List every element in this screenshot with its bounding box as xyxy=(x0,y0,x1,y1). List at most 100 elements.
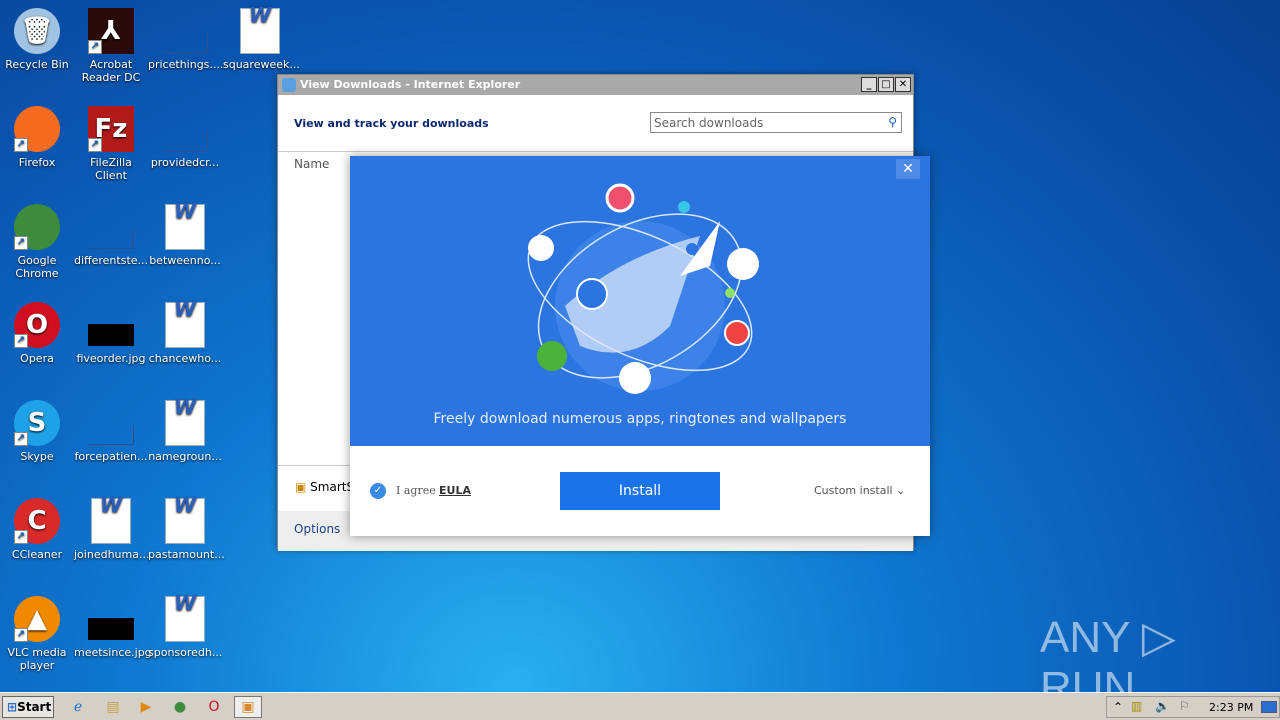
start-label: Start xyxy=(17,700,52,714)
desktop-icon[interactable]: Fz ↗ FileZilla Client xyxy=(74,106,148,182)
shortcut-arrow-icon: ↗ xyxy=(14,530,28,544)
desktop-icon-label: namegroun... xyxy=(148,450,222,463)
shortcut-arrow-icon: ↗ xyxy=(14,334,28,348)
network-warning-icon[interactable]: ▥ xyxy=(1131,699,1142,713)
show-desktop-button[interactable] xyxy=(1261,701,1277,713)
file-icon xyxy=(88,400,134,446)
word-doc-icon: W xyxy=(237,5,283,54)
install-button[interactable]: Install xyxy=(560,472,720,510)
taskbar-media-player-icon[interactable]: ▶ xyxy=(132,696,160,718)
desktop-icon-label: Opera xyxy=(20,352,54,365)
title-bar[interactable]: View Downloads - Internet Explorer _ □ ✕ xyxy=(278,75,913,95)
search-downloads-input[interactable]: Search downloads ⚲ xyxy=(650,112,902,133)
chevron-down-icon: ⌄ xyxy=(896,484,906,497)
desktop-icon[interactable]: ↗ Google Chrome xyxy=(0,204,74,280)
desktop-icon-label: pricethings.... xyxy=(148,58,224,71)
desktop-icon[interactable]: providedcr... xyxy=(148,106,222,169)
image-file-icon xyxy=(88,302,134,348)
options-link[interactable]: Options xyxy=(294,522,340,536)
acrobat-icon: ⅄ ↗ xyxy=(88,8,134,54)
desktop-icon-label: Firefox xyxy=(18,156,56,169)
maximize-button[interactable]: □ xyxy=(878,77,894,92)
desktop-icon[interactable]: Wchancewho... xyxy=(148,299,222,365)
taskbar-installer-icon[interactable]: ▣ xyxy=(234,696,262,718)
start-button[interactable]: ⊞Start xyxy=(2,696,54,718)
desktop-icon[interactable]: ▲ ↗ VLC media player xyxy=(0,596,74,672)
ccleaner-icon: C ↗ xyxy=(14,498,60,544)
column-header-name[interactable]: Name xyxy=(294,157,329,171)
desktop-icon-label: Skype xyxy=(20,450,54,463)
taskbar-opera-icon[interactable]: O xyxy=(200,696,228,718)
desktop-icon[interactable]: forcepatien... xyxy=(74,400,148,463)
desktop-icon[interactable]: Wnamegroun... xyxy=(148,397,222,463)
desktop-icon-label: CCleaner xyxy=(11,548,63,561)
taskbar-chrome-icon[interactable]: ● xyxy=(166,696,194,718)
custom-install-dropdown[interactable]: Custom install ⌄ xyxy=(814,484,905,497)
close-icon[interactable]: ✕ xyxy=(896,159,920,179)
desktop-icon[interactable]: Wjoinedhuma... xyxy=(74,495,150,561)
shortcut-arrow-icon: ↗ xyxy=(88,40,102,54)
desktop-icon-label: fiveorder.jpg xyxy=(76,352,146,365)
word-doc-icon: W xyxy=(162,201,208,250)
desktop-icon[interactable]: meetsince.jpg xyxy=(74,596,152,659)
file-icon xyxy=(88,204,134,250)
minimize-button[interactable]: _ xyxy=(861,77,877,92)
window-title: View Downloads - Internet Explorer xyxy=(300,78,521,91)
desktop-icon[interactable]: S ↗ Skype xyxy=(0,400,74,463)
desktop-icon-label: pastamount... xyxy=(148,548,225,561)
desktop-icon[interactable]: C ↗ CCleaner xyxy=(0,498,74,561)
page-heading: View and track your downloads xyxy=(294,117,489,130)
custom-install-label: Custom install xyxy=(814,484,893,497)
shortcut-arrow-icon: ↗ xyxy=(14,138,28,152)
taskbar: ⊞Start ℯ ▤ ▶ ● O ▣ ⌃ ▥ 🔈 ⚐ 2:23 PM xyxy=(0,692,1280,720)
desktop-icon[interactable]: Wbetweenno... xyxy=(148,201,222,267)
opera-icon: O ↗ xyxy=(14,302,60,348)
image-file-icon xyxy=(88,596,134,642)
file-icon xyxy=(162,8,208,54)
desktop-icon-label: squareweek... xyxy=(223,58,300,71)
smartscreen-label[interactable]: ▣ SmartS xyxy=(295,480,354,494)
action-center-flag-icon[interactable]: ⚐ xyxy=(1179,699,1190,713)
taskbar-ie-icon[interactable]: ℯ xyxy=(64,696,92,718)
agree-checkbox[interactable]: ✓ xyxy=(370,483,386,499)
desktop-icon[interactable]: ⅄ ↗ Acrobat Reader DC xyxy=(74,8,148,84)
desktop-icon[interactable]: differentste... xyxy=(74,204,148,267)
shortcut-arrow-icon: ↗ xyxy=(14,236,28,250)
close-button[interactable]: ✕ xyxy=(895,77,911,92)
shortcut-arrow-icon: ↗ xyxy=(14,432,28,446)
desktop-icon[interactable]: Wsquareweek... xyxy=(223,5,300,71)
desktop-icon[interactable]: fiveorder.jpg xyxy=(74,302,148,365)
desktop-icon[interactable]: Wpastamount... xyxy=(148,495,225,561)
volume-icon[interactable]: 🔈 xyxy=(1155,699,1170,713)
filezilla-icon: Fz ↗ xyxy=(88,106,134,152)
installer-dialog: ✕ Freely download numerous apps, rington… xyxy=(350,156,930,536)
desktop-icon-label: betweenno... xyxy=(149,254,221,267)
desktop-icon[interactable]: O ↗ Opera xyxy=(0,302,74,365)
firefox-icon: ↗ xyxy=(14,106,60,152)
word-doc-icon: W xyxy=(88,495,134,544)
shortcut-arrow-icon: ↗ xyxy=(88,138,102,152)
shield-icon: ▣ xyxy=(295,480,307,494)
desktop-icon[interactable]: 🗑 Recycle Bin xyxy=(0,8,74,71)
desktop-icon-label: Google Chrome xyxy=(15,254,59,280)
desktop-icon[interactable]: ↗ Firefox xyxy=(0,106,74,169)
eula-link[interactable]: EULA xyxy=(439,484,471,497)
file-icon xyxy=(162,106,208,152)
desktop-icon-label: joinedhuma... xyxy=(74,548,150,561)
skype-icon: S ↗ xyxy=(14,400,60,446)
vlc-icon: ▲ ↗ xyxy=(14,596,60,642)
smartscreen-text: SmartS xyxy=(310,480,355,494)
ie-icon xyxy=(282,78,296,92)
agree-label: I agree xyxy=(396,484,436,497)
desktop-icon-label: Acrobat Reader DC xyxy=(81,58,141,84)
desktop-icon[interactable]: Wsponsoredh... xyxy=(148,593,222,659)
windows-logo-icon: ⊞ xyxy=(7,700,18,714)
desktop-icon-label: differentste... xyxy=(74,254,149,267)
clock[interactable]: 2:23 PM xyxy=(1209,701,1253,714)
show-hidden-icons[interactable]: ⌃ xyxy=(1113,700,1123,714)
search-icon[interactable]: ⚲ xyxy=(888,115,897,129)
word-doc-icon: W xyxy=(162,593,208,642)
desktop-icon-label: meetsince.jpg xyxy=(74,646,152,659)
taskbar-explorer-icon[interactable]: ▤ xyxy=(99,696,127,718)
desktop-icon[interactable]: pricethings.... xyxy=(148,8,224,71)
